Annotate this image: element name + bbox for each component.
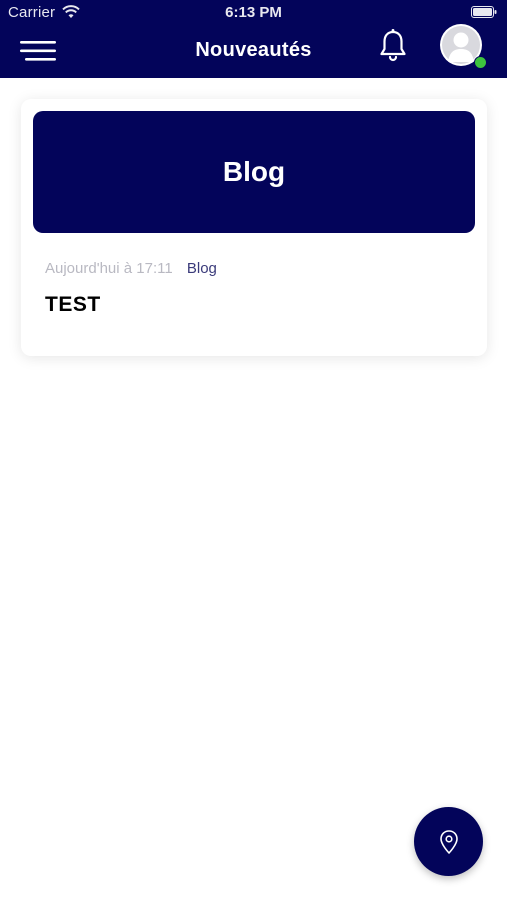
feed-item-banner: Blog	[33, 111, 475, 233]
map-button[interactable]	[414, 807, 483, 876]
feed-item-card[interactable]: Blog Aujourd'hui à 17:11 Blog TEST	[21, 99, 487, 356]
feed-item-banner-title: Blog	[222, 156, 286, 187]
navigation-bar: Nouveautés	[0, 24, 507, 78]
status-time: 6:13 PM	[225, 4, 282, 21]
feed-item-title: TEST	[45, 293, 101, 316]
battery-icon	[471, 6, 497, 18]
top-bar: Carrier 6:13 PM Nouveautés	[0, 0, 507, 78]
bell-icon[interactable]	[377, 28, 409, 64]
status-bar: Carrier 6:13 PM	[0, 0, 507, 26]
app-screen: Carrier 6:13 PM Nouveautés Blog Aujourd'…	[0, 0, 507, 900]
page-title: Nouveautés	[195, 39, 312, 61]
map-pin-icon	[439, 829, 458, 854]
feed-item-meta: Aujourd'hui à 17:11 Blog	[45, 260, 217, 277]
online-status-indicator	[474, 56, 487, 69]
feed-item-category: Blog	[186, 260, 217, 277]
feed-item-date: Aujourd'hui à 17:11	[45, 260, 173, 277]
